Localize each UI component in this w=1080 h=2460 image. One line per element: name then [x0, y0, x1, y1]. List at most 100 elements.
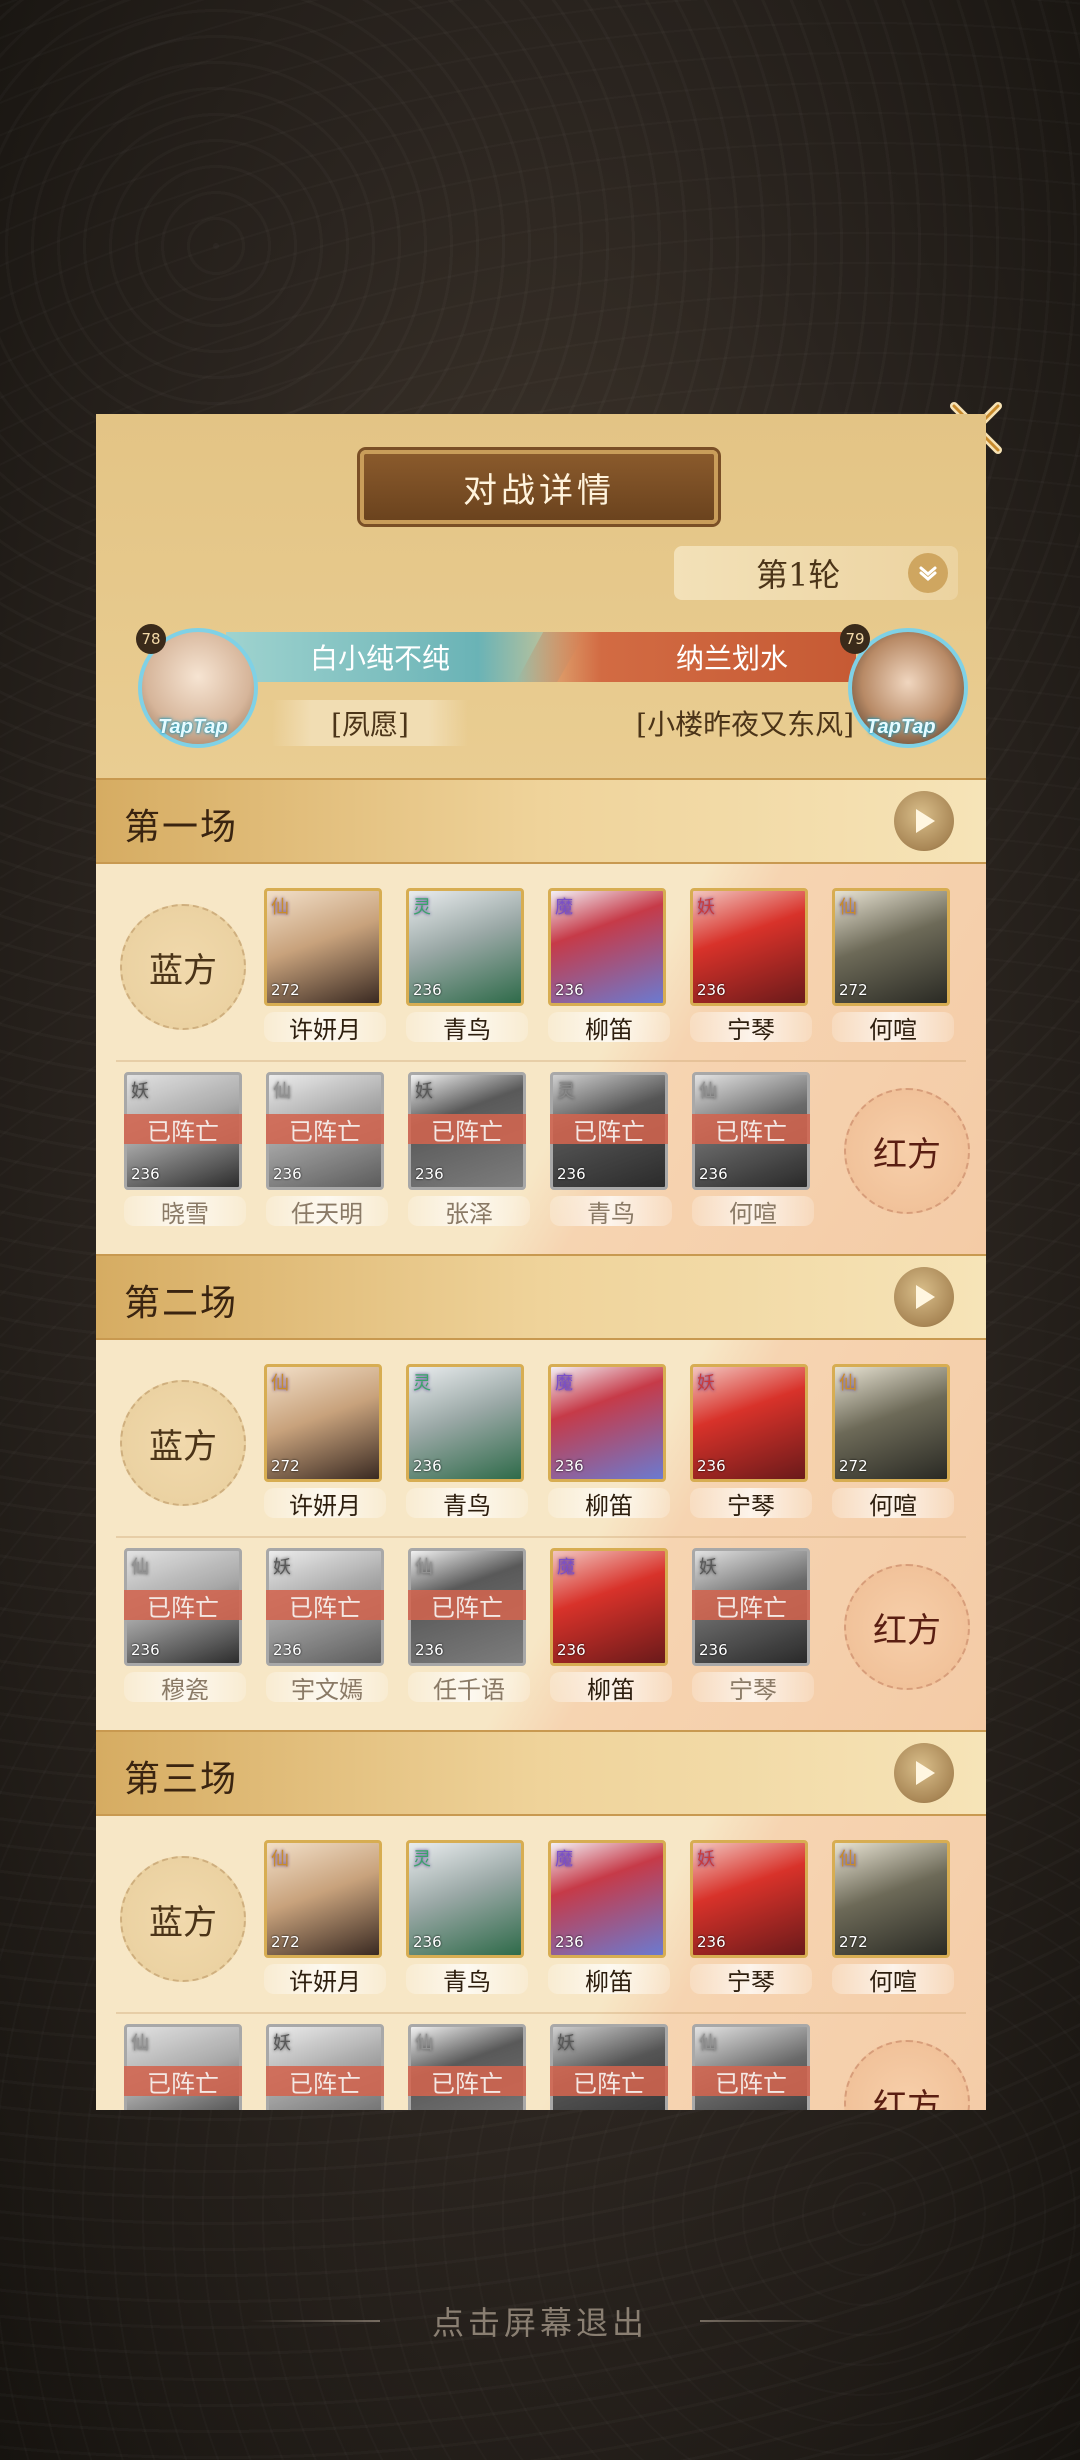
round-selector[interactable]: 第1轮 [674, 546, 958, 600]
hero-slot[interactable]: 仙 272 许妍月 [264, 1840, 386, 1996]
battle-detail-panel: 对战详情 第1轮 白小纯不纯 78 TapTap [夙愿] 纳兰划水 79 Ta… [96, 414, 986, 2110]
hero-portrait[interactable]: 魔 236 [548, 888, 666, 1006]
hero-level: 236 [413, 1457, 442, 1475]
hero-portrait[interactable]: 仙 272 [264, 1840, 382, 1958]
left-player-guild: [夙愿] [272, 700, 468, 746]
hero-slot[interactable]: 魔 236 柳笛 [548, 888, 670, 1044]
hero-slot[interactable]: 仙 236 已阵亡 何喧 [692, 1072, 814, 1228]
match-body: 蓝方仙 272 许妍月灵 236 青鸟魔 236 柳笛妖 236 宁琴仙 272 何喧 红方仙已阵亡妖… [96, 1816, 986, 2110]
hero-portrait[interactable]: 仙 272 [832, 1364, 950, 1482]
hero-slot[interactable]: 仙 272 许妍月 [264, 888, 386, 1044]
hero-slot[interactable]: 灵 236 青鸟 [406, 888, 528, 1044]
hero-slot[interactable]: 灵 236 已阵亡 青鸟 [550, 1072, 672, 1228]
hero-level: 236 [697, 1933, 726, 1951]
match-header: 第一场 [96, 778, 986, 864]
hero-slot[interactable]: 仙 236 已阵亡 穆瓷 [124, 1548, 246, 1704]
hero-card-wrap: 妖 236 [690, 888, 812, 1006]
hero-name: 宁琴 [692, 1672, 814, 1704]
hero-slot[interactable]: 妖 236 已阵亡 宁琴 [692, 1548, 814, 1704]
hero-slot[interactable]: 仙 272 何喧 [832, 888, 954, 1044]
replay-button[interactable] [894, 791, 954, 851]
hero-card-wrap: 妖 236 已阵亡 [408, 1072, 530, 1190]
hero-level: 236 [273, 1641, 302, 1659]
hero-slot[interactable]: 仙已阵亡 [692, 2024, 814, 2110]
hero-slot[interactable]: 仙 272 何喧 [832, 1364, 954, 1520]
hero-faction-tag: 仙 [839, 1373, 857, 1394]
hero-slot[interactable]: 妖已阵亡 [550, 2024, 672, 2110]
hero-portrait[interactable]: 仙 272 [832, 1840, 950, 1958]
hero-portrait[interactable]: 仙 272 [832, 888, 950, 1006]
hero-faction-tag: 妖 [697, 1849, 715, 1870]
red-team-row: 红方 仙 236 已阵亡 穆瓷 妖 236 已阵亡 宇文嫣 仙 236 已阵亡 任千语 魔 236 柳笛 妖 23… [96, 1548, 986, 1718]
hero-faction-tag: 仙 [415, 2033, 433, 2054]
hero-card-wrap: 仙已阵亡 [692, 2024, 814, 2110]
hero-faction-tag: 仙 [699, 2033, 717, 2054]
blue-team-row: 蓝方 仙 272 许妍月 灵 236 青鸟 魔 236 柳笛 妖 236 宁琴 仙 272 何喧 [96, 1840, 986, 2010]
hero-faction-tag: 妖 [697, 897, 715, 918]
replay-button[interactable] [894, 1267, 954, 1327]
hero-portrait[interactable]: 灵 236 [406, 1364, 524, 1482]
defeated-banner: 已阵亡 [124, 1590, 242, 1622]
hero-portrait[interactable]: 魔 236 [550, 1548, 668, 1666]
hero-faction-tag: 仙 [415, 1557, 433, 1578]
hero-card-wrap: 妖 236 已阵亡 [124, 1072, 246, 1190]
hero-portrait[interactable]: 魔 236 [548, 1364, 666, 1482]
match-body: 蓝方仙 272 许妍月灵 236 青鸟魔 236 柳笛妖 236 宁琴仙 272 何喧 红方妖 236 已… [96, 864, 986, 1254]
hero-slot[interactable]: 魔 236 柳笛 [548, 1364, 670, 1520]
defeated-banner: 已阵亡 [550, 2066, 668, 2098]
hero-name: 许妍月 [264, 1488, 386, 1520]
hero-slot[interactable]: 妖 236 已阵亡 宇文嫣 [266, 1548, 388, 1704]
hero-portrait[interactable]: 妖 236 [690, 1364, 808, 1482]
red-team-row: 红方仙已阵亡妖已阵亡仙已阵亡妖已阵亡仙已阵亡 [96, 2024, 986, 2110]
replay-button[interactable] [894, 1743, 954, 1803]
hero-level: 236 [131, 1165, 160, 1183]
hero-slot[interactable]: 妖 236 已阵亡 张泽 [408, 1072, 530, 1228]
team-divider [116, 1536, 966, 1538]
hero-card-wrap: 魔 236 [548, 1840, 670, 1958]
defeated-banner: 已阵亡 [266, 2066, 384, 2098]
blue-side-badge: 蓝方 [120, 1856, 246, 1982]
hero-faction-tag: 魔 [555, 1373, 573, 1394]
hero-name: 穆瓷 [124, 1672, 246, 1704]
hero-portrait[interactable]: 妖 236 [690, 1840, 808, 1958]
hero-level: 236 [555, 1933, 584, 1951]
hero-portrait[interactable]: 灵 236 [406, 888, 524, 1006]
hero-level: 236 [413, 1933, 442, 1951]
hero-portrait[interactable]: 仙 272 [264, 888, 382, 1006]
hero-portrait[interactable]: 灵 236 [406, 1840, 524, 1958]
hero-card-wrap: 仙 236 已阵亡 [408, 1548, 530, 1666]
hero-slot[interactable]: 仙已阵亡 [124, 2024, 246, 2110]
hero-level: 236 [557, 1165, 586, 1183]
hero-faction-tag: 魔 [557, 1557, 575, 1578]
hero-card-wrap: 魔 236 [550, 1548, 672, 1666]
defeated-banner: 已阵亡 [408, 1590, 526, 1622]
hero-slot[interactable]: 魔 236 柳笛 [548, 1840, 670, 1996]
hero-card-wrap: 妖已阵亡 [550, 2024, 672, 2110]
blue-side-badge: 蓝方 [120, 1380, 246, 1506]
hero-level: 236 [697, 981, 726, 999]
red-side-badge: 红方 [844, 1564, 970, 1690]
hero-slot[interactable]: 妖已阵亡 [266, 2024, 388, 2110]
round-label: 第1轮 [756, 556, 841, 594]
hero-faction-tag: 仙 [271, 1849, 289, 1870]
hero-slot[interactable]: 妖 236 宁琴 [690, 1840, 812, 1996]
hero-slot[interactable]: 仙 272 何喧 [832, 1840, 954, 1996]
hero-slot[interactable]: 灵 236 青鸟 [406, 1364, 528, 1520]
hero-portrait[interactable]: 魔 236 [548, 1840, 666, 1958]
hero-slot[interactable]: 仙 236 已阵亡 任天明 [266, 1072, 388, 1228]
exit-hint[interactable]: 点击屏幕退出 [0, 2298, 1080, 2344]
hero-card-wrap: 妖 236 [690, 1840, 812, 1958]
hero-slot[interactable]: 妖 236 宁琴 [690, 888, 812, 1044]
hero-slot[interactable]: 仙已阵亡 [408, 2024, 530, 2110]
hero-portrait[interactable]: 仙 272 [264, 1364, 382, 1482]
hero-faction-tag: 仙 [699, 1081, 717, 1102]
hero-slot[interactable]: 妖 236 已阵亡 晓雪 [124, 1072, 246, 1228]
hero-slot[interactable]: 灵 236 青鸟 [406, 1840, 528, 1996]
hero-slot[interactable]: 仙 272 许妍月 [264, 1364, 386, 1520]
red-side-badge: 红方 [844, 2040, 970, 2110]
hero-slot[interactable]: 仙 236 已阵亡 任千语 [408, 1548, 530, 1704]
hero-slot[interactable]: 魔 236 柳笛 [550, 1548, 672, 1704]
hero-faction-tag: 妖 [415, 1081, 433, 1102]
hero-slot[interactable]: 妖 236 宁琴 [690, 1364, 812, 1520]
hero-portrait[interactable]: 妖 236 [690, 888, 808, 1006]
